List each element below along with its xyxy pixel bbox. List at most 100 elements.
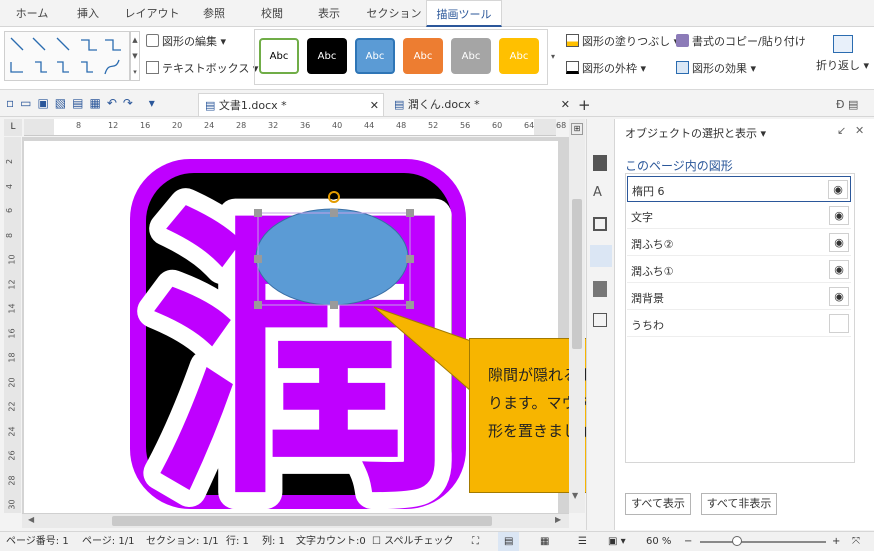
ruler-label: 30: [7, 499, 17, 510]
style-blue[interactable]: Abc: [355, 38, 395, 74]
list-item[interactable]: 文字 ◉: [627, 203, 851, 229]
ruler-ticks: 8 12 16 20 24 28 32 36 40 44 48 52 56 60 64 68: [24, 121, 566, 135]
horizontal-scrollbar[interactable]: ◀ ▶: [22, 513, 569, 528]
zoom-out-icon[interactable]: −: [684, 532, 692, 551]
format-painter-button[interactable]: 書式のコピー/貼り付け: [676, 33, 806, 49]
style-black[interactable]: Abc: [307, 38, 347, 74]
shape-fill-button[interactable]: 図形の塗りつぶし ▾: [566, 33, 679, 49]
tab-drawing-tools[interactable]: 描画ツール: [426, 0, 502, 27]
list-item[interactable]: 潤背景 ◉: [627, 284, 851, 310]
zoom-slider-thumb[interactable]: [732, 536, 742, 546]
vertical-scrollbar[interactable]: ⊞ ▼: [569, 119, 585, 513]
tab-section[interactable]: セクション: [364, 0, 424, 27]
select-objects-icon[interactable]: [590, 245, 612, 267]
doc-tab-1[interactable]: ▤ 文書1.docx * ✕: [198, 93, 384, 117]
quick-access-toolbar[interactable]: ▫▭▣▧▤▦↶↷ ▾: [6, 96, 161, 110]
close-icon[interactable]: ✕: [370, 94, 379, 118]
grid-icon[interactable]: [593, 217, 607, 231]
tab-insert[interactable]: 挿入: [64, 0, 112, 27]
doc-tab-1-label: 文書1.docx *: [218, 99, 287, 112]
outline-view-icon[interactable]: ☰: [578, 532, 587, 551]
text-box-label: テキストボックス: [162, 62, 250, 75]
ruler-ticks: 2 4 6 8 10 12 14 16 18 20 22 24 26 28 30: [4, 137, 21, 513]
tab-review[interactable]: 校閲: [250, 0, 294, 27]
scroll-thumb[interactable]: [112, 516, 492, 526]
eye-icon[interactable]: ◉: [829, 287, 849, 306]
line-shapes-icon: [10, 37, 121, 75]
shape-outline-button[interactable]: 図形の外枠 ▾: [566, 60, 646, 76]
ruler-label: 28: [7, 474, 17, 486]
ribbon-tab-bar: ホーム 挿入 レイアウト 参照 校閲 表示 セクション 描画ツール: [0, 0, 874, 27]
style-orange[interactable]: Abc: [403, 38, 443, 74]
close-icon[interactable]: ✕: [561, 93, 570, 117]
blue-ellipse[interactable]: [255, 208, 409, 306]
shape-fill-label: 図形の塗りつぶし: [582, 35, 671, 48]
tab-references[interactable]: 参照: [192, 0, 236, 27]
reading-view-icon[interactable]: ▣ ▾: [608, 532, 626, 551]
scroll-down-icon[interactable]: ▼: [572, 491, 578, 500]
list-item[interactable]: 潤ふち① ◉: [627, 257, 851, 283]
show-all-button[interactable]: すべて表示: [625, 493, 691, 515]
tab-layout[interactable]: レイアウト: [118, 0, 186, 27]
paint-bucket-icon: [566, 34, 579, 47]
zoom-in-icon[interactable]: +: [832, 532, 840, 551]
status-page: ページ: 1/1: [82, 536, 135, 547]
wrap-button[interactable]: 折り返し ▾: [816, 35, 869, 73]
ruler-label: 8: [5, 232, 15, 238]
page-icon[interactable]: [593, 281, 607, 297]
list-item[interactable]: うちわ: [627, 311, 851, 337]
ruler-label: 24: [204, 121, 215, 130]
style-white[interactable]: Abc: [259, 38, 299, 74]
eye-icon[interactable]: ◉: [829, 206, 849, 225]
fullscreen-icon[interactable]: ⛶: [472, 532, 479, 551]
print-layout-icon[interactable]: ▤: [498, 532, 520, 551]
ruler-label: 36: [300, 121, 311, 130]
eye-icon[interactable]: ◉: [829, 233, 849, 252]
style-gold[interactable]: Abc: [499, 38, 539, 74]
item-name: 潤背景: [631, 292, 664, 305]
ruler-corner[interactable]: L: [4, 119, 22, 136]
scroll-left-icon[interactable]: ◀: [28, 515, 34, 524]
style-gray[interactable]: Abc: [451, 38, 491, 74]
panel-title[interactable]: オブジェクトの選択と表示 ▾: [625, 125, 766, 141]
panel-toggle-icon[interactable]: Ð ▤: [836, 93, 858, 117]
zoom-slider[interactable]: [700, 541, 826, 543]
tab-view[interactable]: 表示: [306, 0, 352, 27]
visibility-checkbox[interactable]: [829, 314, 849, 333]
list-item[interactable]: 楕円 6 ◉: [627, 176, 851, 202]
text-box-button[interactable]: テキストボックス ▾: [146, 60, 258, 76]
list-icon[interactable]: [593, 313, 607, 327]
document-tab-bar: ▫▭▣▧▤▦↶↷ ▾ ▤ 文書1.docx * ✕ ▤ 潤くん.docx * ✕…: [0, 91, 874, 117]
hide-all-button[interactable]: すべて非表示: [701, 493, 777, 515]
style-icon[interactable]: A: [593, 185, 602, 200]
ruler-label: 6: [5, 207, 15, 214]
ruler-label: 48: [396, 121, 407, 130]
fit-icon[interactable]: ⤧: [852, 532, 860, 551]
eye-icon[interactable]: ◉: [829, 260, 849, 279]
item-name: うちわ: [631, 319, 664, 332]
scroll-right-icon[interactable]: ▶: [555, 515, 561, 524]
tab-home[interactable]: ホーム: [6, 0, 58, 27]
web-layout-icon[interactable]: ▦: [540, 532, 549, 551]
ruler-label: 26: [7, 450, 17, 461]
ruler-toggle-icon[interactable]: ⊞: [571, 123, 583, 135]
list-item[interactable]: 潤ふち② ◉: [627, 230, 851, 256]
vertical-ruler: 2 4 6 8 10 12 14 16 18 20 22 24 26 28 30: [4, 137, 21, 513]
doc-tab-2[interactable]: ▤ 潤くん.docx * ✕: [388, 93, 574, 117]
item-name: 楕円 6: [632, 185, 665, 198]
ruler-label: 20: [172, 121, 183, 130]
shape-effect-button[interactable]: 図形の効果 ▾: [676, 60, 756, 76]
ruler-label: 18: [7, 352, 17, 363]
eye-icon[interactable]: ◉: [828, 180, 848, 199]
new-tab-button[interactable]: +: [578, 93, 591, 117]
shrink-icon[interactable]: ↙: [837, 124, 846, 137]
zoom-level[interactable]: 60 %: [646, 532, 671, 551]
close-icon[interactable]: ✕: [855, 124, 864, 137]
gallery-scroll[interactable]: ▲ ▼ ▾: [130, 31, 140, 81]
style-more[interactable]: ▾: [548, 29, 558, 85]
status-spell[interactable]: ☐ スペルチェック: [372, 532, 453, 551]
scroll-thumb[interactable]: [572, 199, 582, 349]
document-icon[interactable]: [593, 155, 607, 171]
shape-gallery[interactable]: [4, 31, 130, 81]
edit-shape-button[interactable]: 図形の編集 ▾: [146, 33, 226, 49]
